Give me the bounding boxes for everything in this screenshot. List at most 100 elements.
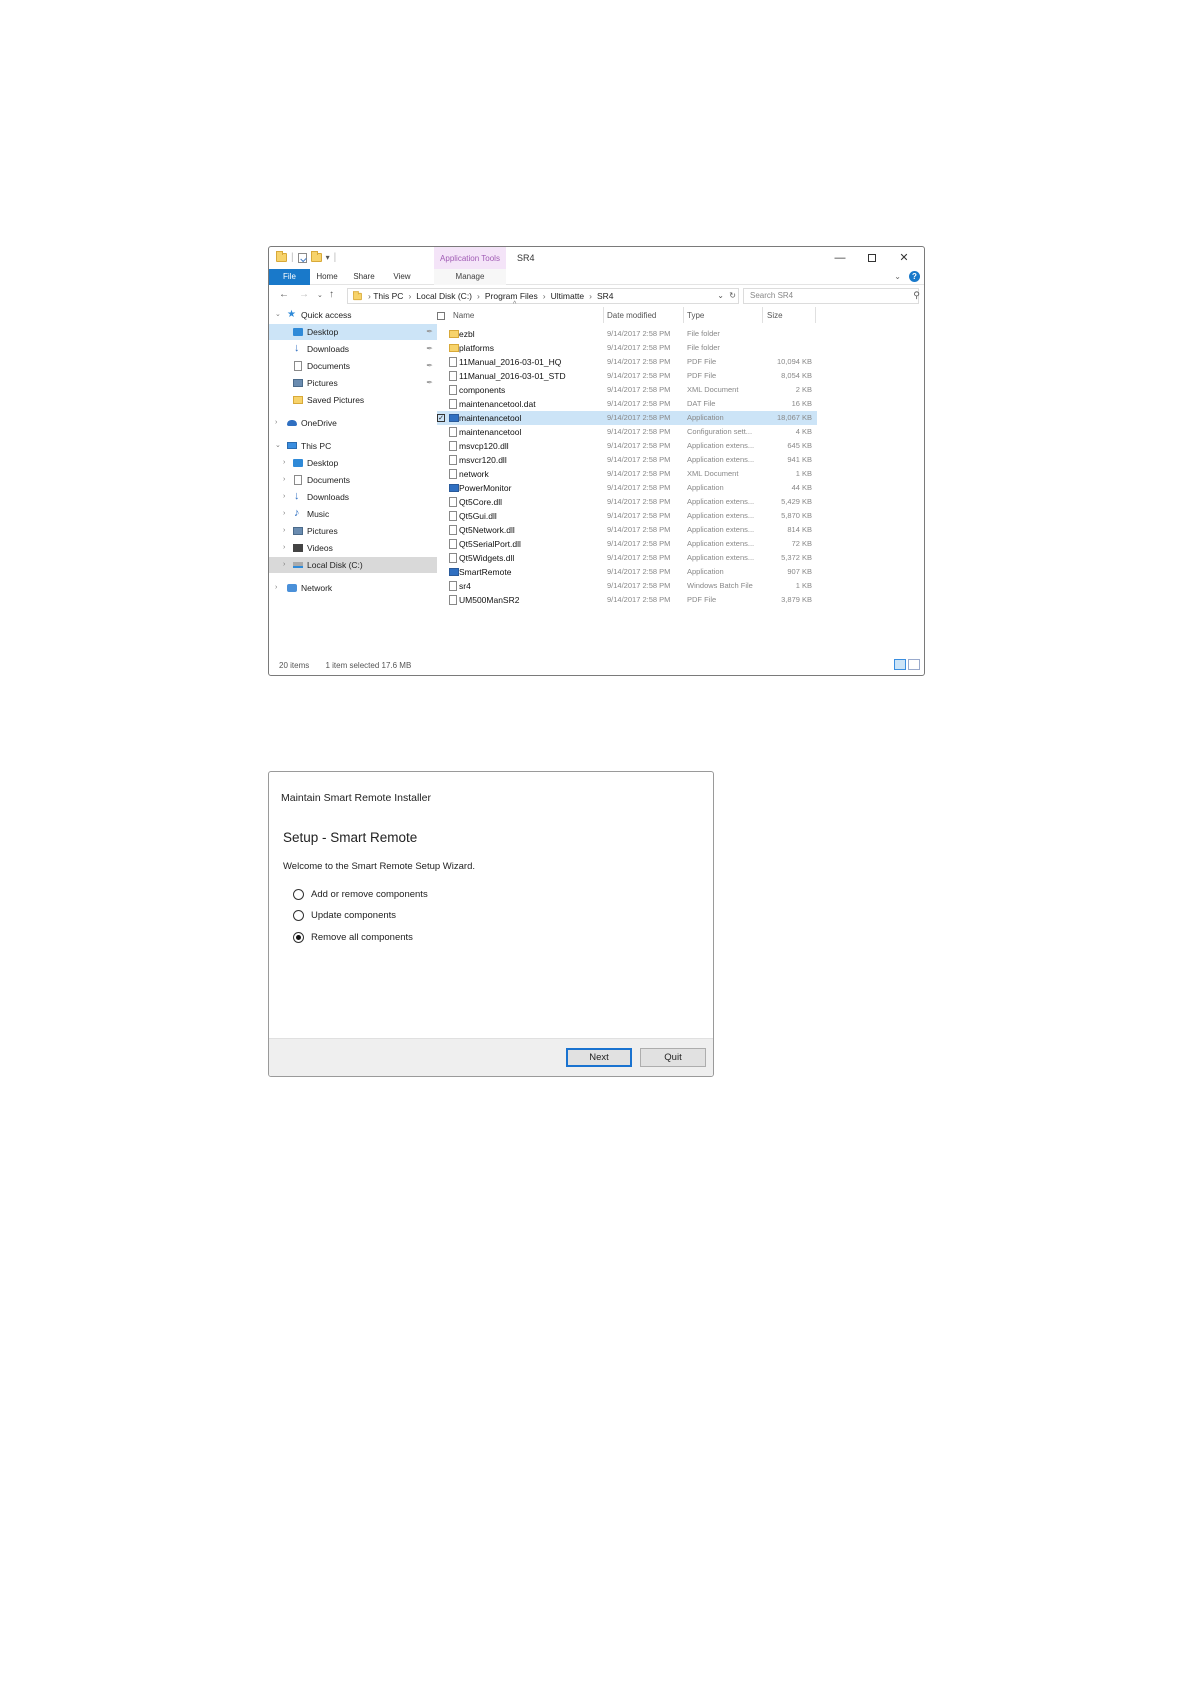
tab-share[interactable]: Share	[347, 269, 381, 285]
file-row[interactable]: Qt5Core.dll 9/14/2017 2:58 PM Applicatio…	[437, 495, 817, 509]
file-row[interactable]: platforms 9/14/2017 2:58 PM File folder	[437, 341, 817, 355]
pin-icon[interactable]: ✒	[426, 358, 433, 374]
nav-this-pc[interactable]: ⌄ This PC	[269, 438, 437, 454]
file-row-selected[interactable]: ✓ maintenancetool 9/14/2017 2:58 PM Appl…	[437, 411, 817, 425]
tab-view[interactable]: View	[385, 269, 419, 285]
address-dropdown-icon[interactable]: ⌄	[717, 289, 724, 303]
up-arrow-icon[interactable]: ↑	[329, 289, 334, 300]
option-remove-all-components[interactable]: Remove all components	[293, 929, 413, 945]
breadcrumb-this-pc[interactable]: This PC	[373, 289, 403, 303]
column-header-type[interactable]: Type	[687, 307, 704, 325]
expand-chevron-icon[interactable]: ›	[283, 455, 285, 471]
expand-chevron-icon[interactable]: ›	[275, 580, 277, 596]
row-checkbox[interactable]: ✓	[437, 414, 445, 422]
file-row[interactable]: 11Manual_2016-03-01_STD 9/14/2017 2:58 P…	[437, 369, 817, 383]
pin-icon[interactable]: ✒	[426, 375, 433, 391]
breadcrumb-program-files[interactable]: Program Files	[485, 289, 538, 303]
nav-pc-desktop[interactable]: › Desktop	[269, 455, 437, 471]
nav-pc-documents[interactable]: › Documents	[269, 472, 437, 488]
nav-pictures[interactable]: Pictures ✒	[269, 375, 437, 391]
close-button[interactable]: ✕	[888, 249, 920, 267]
expand-chevron-icon[interactable]: ›	[283, 540, 285, 556]
breadcrumb-ultimatte[interactable]: Ultimatte	[551, 289, 585, 303]
details-view-icon[interactable]	[894, 659, 906, 670]
collapse-chevron-icon[interactable]: ⌄	[275, 307, 281, 323]
nav-saved-pictures[interactable]: Saved Pictures	[269, 392, 437, 408]
large-icons-view-icon[interactable]	[908, 659, 920, 670]
customize-toolbar-icon[interactable]: ▾	[326, 253, 330, 262]
search-icon[interactable]: ⚲	[911, 290, 920, 301]
breadcrumb-sr4[interactable]: SR4	[597, 289, 614, 303]
file-row[interactable]: 11Manual_2016-03-01_HQ 9/14/2017 2:58 PM…	[437, 355, 817, 369]
pin-icon[interactable]: ✒	[426, 341, 433, 357]
expand-chevron-icon[interactable]: ›	[283, 472, 285, 488]
radio-button[interactable]	[293, 888, 304, 900]
properties-icon[interactable]	[297, 252, 307, 263]
file-row[interactable]: maintenancetool 9/14/2017 2:58 PM Config…	[437, 425, 817, 439]
dll-file-icon	[449, 539, 457, 549]
nav-pc-music[interactable]: › Music	[269, 505, 437, 522]
file-list: ^ Name Date modified Type Size ezbl 9/14…	[437, 301, 823, 647]
select-all-checkbox[interactable]	[437, 312, 445, 320]
file-row[interactable]: Qt5Widgets.dll 9/14/2017 2:58 PM Applica…	[437, 551, 817, 565]
column-header-date[interactable]: Date modified	[607, 307, 656, 325]
breadcrumb-local-disk[interactable]: Local Disk (C:)	[416, 289, 472, 303]
nav-documents[interactable]: Documents ✒	[269, 358, 437, 374]
nav-local-disk[interactable]: › Local Disk (C:)	[269, 557, 437, 573]
expand-chevron-icon[interactable]: ›	[283, 489, 285, 505]
nav-network[interactable]: › Network	[269, 580, 437, 596]
file-row[interactable]: Qt5Gui.dll 9/14/2017 2:58 PM Application…	[437, 509, 817, 523]
file-row[interactable]: SmartRemote 9/14/2017 2:58 PM Applicatio…	[437, 565, 817, 579]
file-row[interactable]: components 9/14/2017 2:58 PM XML Documen…	[437, 383, 817, 397]
file-row[interactable]: network 9/14/2017 2:58 PM XML Document 1…	[437, 467, 817, 481]
nav-pc-pictures[interactable]: › Pictures	[269, 523, 437, 539]
maximize-button[interactable]	[856, 249, 888, 267]
option-add-remove-components[interactable]: Add or remove components	[293, 886, 428, 902]
back-arrow-icon[interactable]: ←	[279, 289, 289, 300]
search-input[interactable]: Search SR4	[743, 288, 919, 304]
expand-chevron-icon[interactable]: ›	[283, 557, 285, 573]
application-tools-tab[interactable]: Application Tools	[434, 247, 506, 269]
recent-locations-icon[interactable]: ⌄	[317, 291, 323, 299]
file-row[interactable]: ezbl 9/14/2017 2:58 PM File folder	[437, 327, 817, 341]
next-button[interactable]: Next	[566, 1048, 632, 1067]
tab-file[interactable]: File	[269, 269, 310, 285]
expand-chevron-icon[interactable]: ›	[283, 523, 285, 539]
file-row[interactable]: msvcr120.dll 9/14/2017 2:58 PM Applicati…	[437, 453, 817, 467]
nav-pc-downloads[interactable]: › Downloads	[269, 488, 437, 505]
refresh-icon[interactable]: ↻	[729, 289, 736, 303]
new-folder-icon[interactable]	[310, 251, 322, 262]
pin-icon[interactable]: ✒	[426, 324, 433, 340]
file-row[interactable]: Qt5SerialPort.dll 9/14/2017 2:58 PM Appl…	[437, 537, 817, 551]
expand-chevron-icon[interactable]: ›	[283, 506, 285, 522]
folder-icon	[449, 330, 459, 338]
tab-manage[interactable]: Manage	[434, 269, 506, 285]
forward-arrow-icon[interactable]: →	[299, 289, 309, 300]
tab-home[interactable]: Home	[310, 269, 344, 285]
radio-button[interactable]	[293, 909, 304, 921]
pdf-file-icon	[449, 371, 457, 381]
file-row[interactable]: UM500ManSR2 9/14/2017 2:58 PM PDF File 3…	[437, 593, 817, 607]
radio-button-selected[interactable]	[293, 931, 304, 943]
expand-ribbon-icon[interactable]: ⌄	[894, 272, 901, 281]
folder-icon	[353, 290, 362, 300]
nav-downloads[interactable]: Downloads ✒	[269, 340, 437, 357]
column-header-name[interactable]: Name	[453, 307, 474, 325]
help-icon[interactable]: ?	[909, 271, 920, 282]
column-header-size[interactable]: Size	[767, 307, 783, 325]
file-row[interactable]: PowerMonitor 9/14/2017 2:58 PM Applicati…	[437, 481, 817, 495]
minimize-button[interactable]: —	[824, 249, 856, 267]
nav-onedrive[interactable]: › OneDrive	[269, 415, 437, 431]
nav-quick-access[interactable]: ⌄ Quick access	[269, 307, 437, 323]
file-row[interactable]: Qt5Network.dll 9/14/2017 2:58 PM Applica…	[437, 523, 817, 537]
address-bar[interactable]: › This PC › Local Disk (C:) › Program Fi…	[347, 288, 739, 304]
expand-chevron-icon[interactable]: ›	[275, 415, 277, 431]
file-row[interactable]: msvcp120.dll 9/14/2017 2:58 PM Applicati…	[437, 439, 817, 453]
collapse-chevron-icon[interactable]: ⌄	[275, 438, 281, 454]
nav-desktop[interactable]: Desktop ✒	[269, 324, 437, 340]
file-row[interactable]: maintenancetool.dat 9/14/2017 2:58 PM DA…	[437, 397, 817, 411]
nav-pc-videos[interactable]: › Videos	[269, 540, 437, 556]
option-update-components[interactable]: Update components	[293, 907, 396, 923]
file-row[interactable]: sr4 9/14/2017 2:58 PM Windows Batch File…	[437, 579, 817, 593]
quit-button[interactable]: Quit	[640, 1048, 706, 1067]
